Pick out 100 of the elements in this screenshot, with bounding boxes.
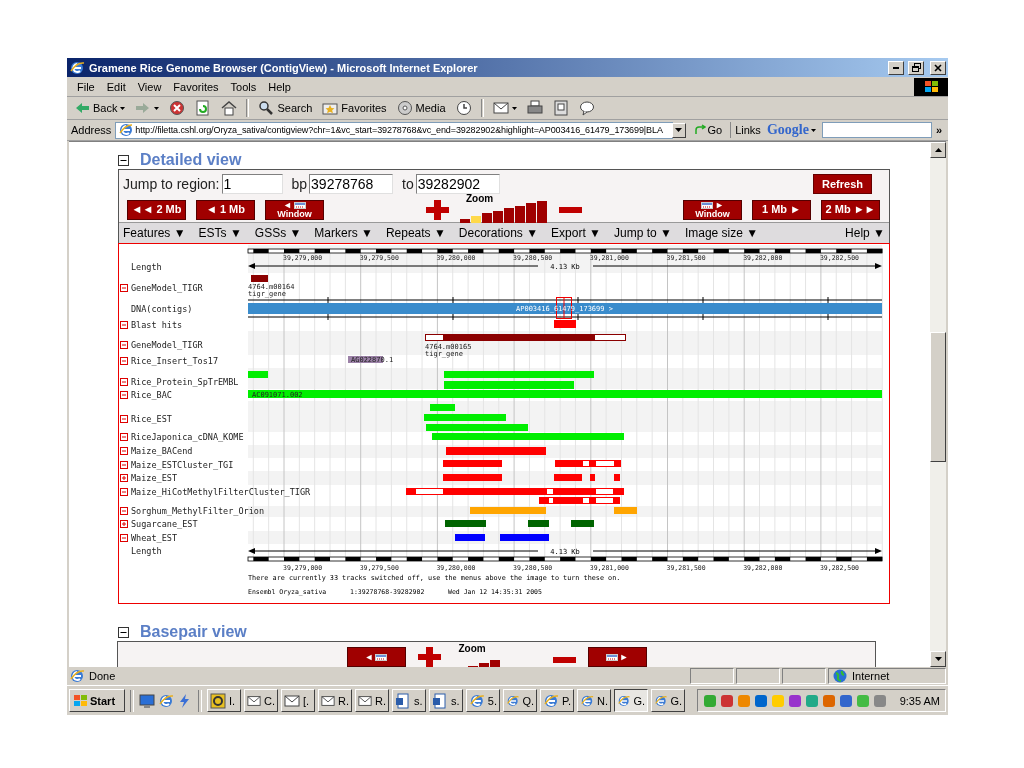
envelope-icon bbox=[492, 100, 509, 116]
media-button[interactable]: Media bbox=[392, 98, 450, 118]
task-button[interactable]: 5. bbox=[466, 689, 500, 712]
dropdown-menu[interactable]: GSSs ▼ bbox=[254, 226, 302, 240]
zoom-level-bar[interactable] bbox=[460, 218, 470, 223]
window-button[interactable]: ◄ Window bbox=[265, 199, 324, 220]
zoom-in-icon[interactable] bbox=[426, 199, 449, 220]
dropdown-menu[interactable]: Markers ▼ bbox=[314, 226, 373, 240]
task-button[interactable]: s. bbox=[429, 689, 463, 712]
end-field[interactable]: 39282902 bbox=[415, 173, 500, 194]
status-pane bbox=[690, 668, 734, 684]
globe-icon[interactable] bbox=[158, 692, 174, 709]
expand-icon[interactable] bbox=[120, 520, 128, 528]
feature-outline bbox=[582, 460, 590, 467]
task-button[interactable]: s. bbox=[392, 689, 426, 712]
track-label: GeneModel_TIGR bbox=[131, 340, 203, 350]
dropdown-menu[interactable]: ESTs ▼ bbox=[198, 226, 242, 240]
menu-item[interactable]: Tools bbox=[224, 80, 263, 93]
window-button[interactable]: ◄ bbox=[346, 647, 406, 667]
task-button[interactable]: R. bbox=[318, 689, 352, 712]
window-title: Gramene Rice Genome Browser (ContigView) - Microsoft Internet Explorer bbox=[89, 61, 479, 74]
task-button[interactable]: C. bbox=[244, 689, 278, 712]
tray-icon[interactable] bbox=[787, 693, 802, 708]
dropdown-menu[interactable]: Image size ▼ bbox=[684, 226, 759, 240]
track-label: Maize_ESTCluster_TGI bbox=[131, 460, 234, 470]
navigation-button[interactable]: 2 Mb ►► bbox=[821, 199, 880, 220]
search-field[interactable] bbox=[821, 122, 932, 138]
window-icon bbox=[375, 653, 388, 661]
address-label: Address bbox=[71, 124, 112, 136]
zoom-out-icon[interactable] bbox=[559, 206, 582, 213]
task-button[interactable]: P. bbox=[540, 689, 574, 712]
track-label: Rice_Protein_SpTrEMBL bbox=[131, 377, 239, 387]
caret-icon bbox=[120, 106, 126, 110]
flag-icon bbox=[73, 694, 87, 707]
collapse-icon[interactable] bbox=[118, 626, 129, 638]
menu-item[interactable]: View bbox=[131, 80, 168, 93]
minimize-button[interactable] bbox=[888, 60, 904, 75]
start-button[interactable]: Start bbox=[69, 689, 125, 712]
desktop-icon[interactable] bbox=[139, 692, 155, 709]
window-button[interactable]: ► bbox=[587, 647, 647, 667]
dropdown-menu[interactable]: Features ▼ bbox=[123, 226, 186, 240]
clock: 9:35 AM bbox=[899, 694, 940, 707]
collapse-icon[interactable] bbox=[118, 154, 129, 166]
menu-item[interactable]: Edit bbox=[100, 80, 132, 93]
back-button[interactable]: Back bbox=[70, 98, 130, 118]
track-label: Rice_EST bbox=[131, 414, 172, 424]
task-button[interactable]: G. bbox=[614, 689, 648, 712]
caret-icon bbox=[675, 128, 683, 132]
start-field[interactable]: 39278768 bbox=[309, 173, 394, 194]
task-button[interactable]: [. bbox=[281, 689, 315, 712]
zoom-in-icon[interactable] bbox=[417, 647, 441, 667]
tray-icon[interactable] bbox=[838, 693, 853, 708]
up-arrow-icon bbox=[934, 148, 942, 152]
refresh-button[interactable]: Refresh bbox=[813, 173, 872, 194]
navigation-button[interactable]: ◄◄ 2 Mb bbox=[127, 199, 186, 220]
navigation-button[interactable]: ◄ 1 Mb bbox=[196, 199, 255, 220]
region-field[interactable]: 1 bbox=[221, 173, 283, 194]
zoom-level-bar[interactable] bbox=[493, 210, 503, 223]
document-icon bbox=[552, 100, 569, 116]
caret-icon bbox=[154, 106, 160, 110]
refresh-icon bbox=[195, 100, 212, 116]
window-button[interactable]: ► Window bbox=[683, 199, 742, 220]
restore-icon bbox=[911, 63, 921, 72]
scrollbar[interactable] bbox=[930, 142, 946, 667]
links-button[interactable]: Links bbox=[735, 124, 761, 136]
dropdown-menu[interactable]: Decorations ▼ bbox=[458, 226, 539, 240]
zoom-level-bar[interactable] bbox=[515, 205, 525, 223]
scroll-thumb[interactable] bbox=[930, 332, 946, 462]
search-button[interactable]: Search bbox=[254, 98, 317, 118]
scroll-up-button[interactable] bbox=[930, 142, 946, 158]
menu-item[interactable]: Favorites bbox=[167, 80, 225, 93]
scroll-down-button[interactable] bbox=[930, 651, 946, 667]
task-button[interactable]: R. bbox=[355, 689, 389, 712]
field-label: to bbox=[402, 175, 414, 192]
restore-button[interactable] bbox=[908, 60, 924, 75]
globe-icon bbox=[543, 692, 559, 709]
tray-icon[interactable] bbox=[753, 693, 768, 708]
dropdown-menu[interactable]: Export ▼ bbox=[551, 226, 601, 240]
task-button[interactable]: G. bbox=[651, 689, 685, 712]
address-field[interactable]: http://filetta.cshl.org/Oryza_sativa/contigview?chr=1&vc_start=39278768&vc_end=39282902&highlight=AP003416_61479_173699|BLA bbox=[115, 121, 673, 139]
navigation-button[interactable]: 1 Mb ► bbox=[752, 199, 811, 220]
tray-icon[interactable] bbox=[719, 693, 734, 708]
dropdown-menu[interactable]: Help ▼ bbox=[845, 226, 885, 240]
feature-outline bbox=[415, 488, 444, 495]
task-button[interactable]: Q. bbox=[503, 689, 537, 712]
go-button[interactable]: Go bbox=[689, 124, 727, 136]
dropdown-menu[interactable]: Jump to ▼ bbox=[613, 226, 672, 240]
dropdown-menu[interactable]: Repeats ▼ bbox=[385, 226, 446, 240]
feature-outline bbox=[595, 460, 615, 467]
track-label: GeneModel_TIGR bbox=[131, 283, 203, 293]
task-button[interactable]: N. bbox=[577, 689, 611, 712]
expand-icon[interactable] bbox=[120, 474, 128, 482]
favorites-button[interactable]: Favorites bbox=[318, 98, 391, 118]
zoom-level-bar[interactable] bbox=[537, 200, 547, 223]
more-chevron[interactable]: » bbox=[935, 124, 948, 136]
zoom-out-icon[interactable] bbox=[552, 657, 576, 663]
task-button[interactable]: I. bbox=[207, 689, 241, 712]
menu-item[interactable]: Help bbox=[262, 80, 297, 93]
menu-item[interactable]: File bbox=[71, 80, 101, 93]
close-button[interactable] bbox=[930, 60, 946, 75]
